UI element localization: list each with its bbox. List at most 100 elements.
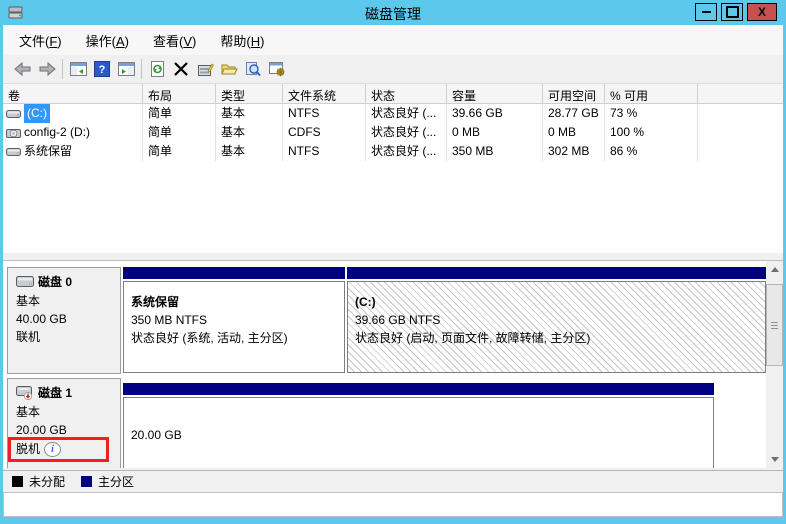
column-header-status[interactable]: 状态 [366, 84, 447, 103]
show-console-tree-button[interactable] [66, 58, 90, 80]
cell-filesystem: CDFS [283, 123, 366, 142]
disk-graphical-pane: 磁盘 0 基本 40.00 GB 联机 系统保留 350 MB NTFS 状态良… [3, 261, 783, 468]
column-header-free-space[interactable]: 可用空间 [543, 84, 605, 103]
cell-type: 基本 [216, 123, 283, 142]
thumb-grip [771, 325, 778, 326]
partition-status: 状态良好 (启动, 页面文件, 故障转储, 主分区) [355, 329, 765, 347]
partition-color-bar [347, 267, 766, 279]
partition-c[interactable]: (C:) 39.66 GB NTFS 状态良好 (启动, 页面文件, 故障转储,… [347, 267, 766, 373]
column-header-volume[interactable]: 卷 [3, 84, 143, 103]
open-folder-button[interactable] [217, 58, 241, 80]
column-header-filesystem[interactable]: 文件系统 [283, 84, 366, 103]
console-tree-icon [70, 62, 87, 76]
maximize-icon [726, 6, 739, 18]
thumb-grip [771, 328, 778, 329]
show-action-pane-button[interactable] [114, 58, 138, 80]
column-header-type[interactable]: 类型 [216, 84, 283, 103]
column-header-capacity[interactable]: 容量 [447, 84, 543, 103]
scrollbar-thumb[interactable] [766, 284, 783, 366]
action-pane-icon [118, 62, 135, 76]
minimize-button[interactable] [695, 3, 717, 21]
partition-color-bar [123, 383, 714, 395]
help-button[interactable]: ? [90, 58, 114, 80]
partition-title: (C:) [355, 293, 765, 311]
menu-action[interactable]: 操作(A) [76, 28, 139, 53]
partition-title: 系统保留 [131, 293, 344, 311]
cell-filesystem: NTFS [283, 142, 366, 161]
properties-button[interactable] [193, 58, 217, 80]
disk-pane-scrollbar[interactable] [766, 261, 783, 468]
delete-button[interactable] [169, 58, 193, 80]
table-row-system-reserved[interactable]: 系统保留 简单 基本 NTFS 状态良好 (... 350 MB 302 MB … [3, 142, 783, 161]
partition-size: 20.00 GB [131, 426, 713, 444]
cell-layout: 简单 [143, 142, 216, 161]
volume-name-selected[interactable]: (C:) [24, 104, 50, 123]
scroll-up-button[interactable] [766, 261, 783, 278]
info-bubble-icon[interactable]: i [44, 442, 61, 457]
legend-primary-label: 主分区 [98, 473, 134, 490]
title-bar: 磁盘管理 X [0, 0, 786, 25]
search-icon [245, 61, 261, 77]
forward-button[interactable] [35, 58, 59, 80]
scroll-up-icon [771, 267, 779, 272]
cell-layout: 简单 [143, 104, 216, 123]
cell-capacity: 0 MB [447, 123, 543, 142]
disk1-type: 基本 [16, 406, 120, 419]
cell-pct-free: 86 % [605, 142, 698, 161]
disk0-type: 基本 [16, 295, 120, 308]
toolbar-separator [141, 59, 142, 79]
disk1-partition[interactable]: 20.00 GB [123, 383, 714, 468]
volume-name[interactable]: 系统保留 [24, 142, 72, 161]
menu-file[interactable]: 文件(F) [9, 28, 72, 53]
close-button[interactable]: X [747, 3, 777, 21]
help-icon: ? [94, 61, 110, 77]
disk1-name: 磁盘 1 [38, 384, 72, 401]
hard-drive-icon [6, 146, 21, 157]
window-title: 磁盘管理 [0, 4, 786, 24]
pane-splitter[interactable] [3, 252, 783, 261]
volume-name[interactable]: config-2 (D:) [24, 123, 90, 142]
menu-help[interactable]: 帮助(H) [210, 28, 274, 53]
disk0-info-panel[interactable]: 磁盘 0 基本 40.00 GB 联机 [7, 267, 121, 374]
column-header-pct-free[interactable]: % 可用 [605, 84, 698, 103]
cell-type: 基本 [216, 142, 283, 161]
cell-pct-free: 100 % [605, 123, 698, 142]
table-row-c[interactable]: (C:) 简单 基本 NTFS 状态良好 (... 39.66 GB 28.77… [3, 104, 783, 123]
scroll-down-button[interactable] [766, 451, 783, 468]
maximize-button[interactable] [721, 3, 743, 21]
cell-blank [698, 104, 783, 123]
partition-size: 350 MB NTFS [131, 311, 344, 329]
legend-unallocated-swatch [12, 476, 23, 487]
back-button[interactable] [11, 58, 35, 80]
hard-drive-icon [6, 108, 21, 119]
partition-system-reserved[interactable]: 系统保留 350 MB NTFS 状态良好 (系统, 活动, 主分区) [123, 267, 345, 373]
disk0-name: 磁盘 0 [38, 273, 72, 290]
disk1-status-offline: 脱机 [16, 443, 40, 456]
cell-capacity: 350 MB [447, 142, 543, 161]
table-row-config2[interactable]: config-2 (D:) 简单 基本 CDFS 状态良好 (... 0 MB … [3, 123, 783, 142]
volume-list: (C:) 简单 基本 NTFS 状态良好 (... 39.66 GB 28.77… [3, 104, 783, 252]
refresh-button[interactable] [145, 58, 169, 80]
open-folder-icon [221, 62, 238, 76]
svg-text:?: ? [99, 64, 106, 76]
column-header-blank [698, 84, 783, 103]
disk1-info-panel[interactable]: 磁盘 1 基本 20.00 GB 脱机 i [7, 378, 121, 468]
column-header-layout[interactable]: 布局 [143, 84, 216, 103]
settings-gear-icon [269, 62, 286, 77]
menu-bar: 文件(F) 操作(A) 查看(V) 帮助(H) [3, 25, 783, 55]
disk0-size: 40.00 GB [16, 313, 120, 326]
disk-icon [16, 275, 34, 288]
menu-view[interactable]: 查看(V) [143, 28, 206, 53]
legend-primary-swatch [81, 476, 92, 487]
toolbar-separator [62, 59, 63, 79]
cd-drive-icon [6, 127, 21, 139]
back-icon [14, 62, 32, 76]
scroll-down-icon [771, 457, 779, 462]
cell-status: 状态良好 (... [366, 142, 447, 161]
settings-button[interactable] [265, 58, 289, 80]
delete-icon [174, 62, 188, 76]
cell-capacity: 39.66 GB [447, 104, 543, 123]
cell-free-space: 28.77 GB [543, 104, 605, 123]
search-button[interactable] [241, 58, 265, 80]
cell-free-space: 302 MB [543, 142, 605, 161]
